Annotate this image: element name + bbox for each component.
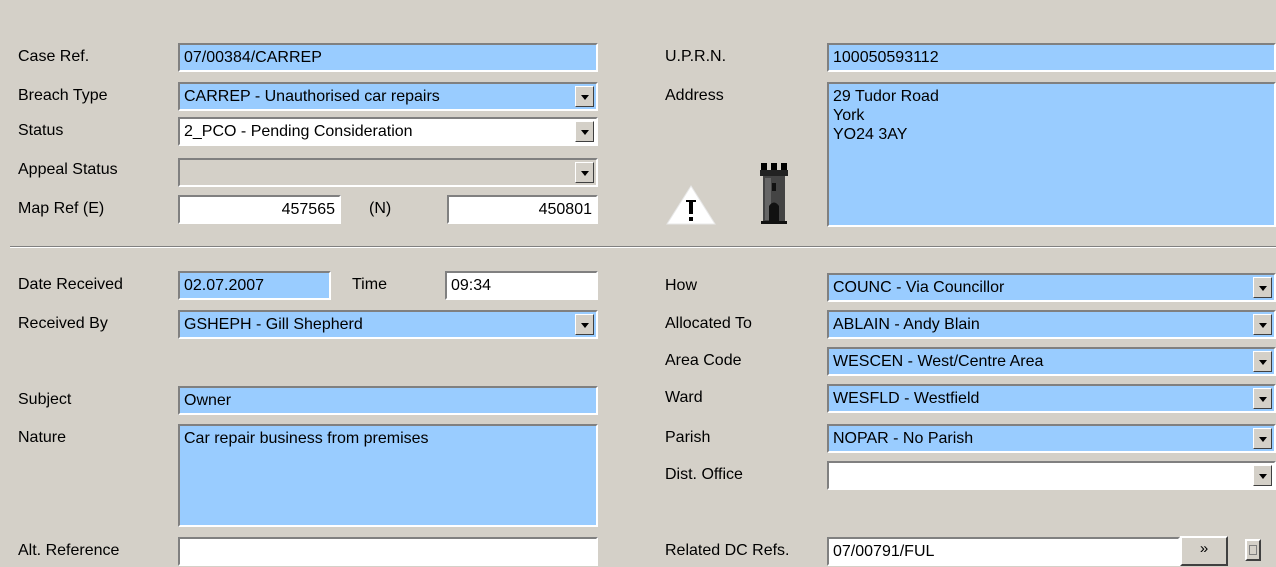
received-by-label: Received By bbox=[18, 315, 108, 332]
ward-value: WESFLD - Westfield bbox=[833, 390, 980, 407]
address-field[interactable]: 29 Tudor Road York YO24 3AY bbox=[827, 82, 1276, 227]
time-label: Time bbox=[352, 276, 387, 293]
map-ref-n-field[interactable]: 450801 bbox=[447, 195, 598, 224]
area-code-select[interactable]: WESCEN - West/Centre Area bbox=[827, 347, 1276, 376]
allocated-to-label: Allocated To bbox=[665, 315, 752, 332]
parish-value: NOPAR - No Parish bbox=[833, 430, 974, 447]
how-value: COUNC - Via Councillor bbox=[833, 279, 1005, 296]
received-by-select[interactable]: GSHEPH - Gill Shepherd bbox=[178, 310, 598, 339]
address-label: Address bbox=[665, 87, 724, 104]
alt-reference-label: Alt. Reference bbox=[18, 542, 120, 559]
parish-label: Parish bbox=[665, 429, 711, 446]
status-select[interactable]: 2_PCO - Pending Consideration bbox=[178, 117, 598, 146]
nature-field[interactable]: Car repair business from premises bbox=[178, 424, 598, 527]
status-value: 2_PCO - Pending Consideration bbox=[184, 123, 413, 140]
appeal-status-label: Appeal Status bbox=[18, 161, 118, 178]
map-ref-n-label: (N) bbox=[369, 200, 392, 217]
case-ref-field[interactable]: 07/00384/CARREP bbox=[178, 43, 598, 72]
uprn-label: U.P.R.N. bbox=[665, 48, 727, 65]
ward-select[interactable]: WESFLD - Westfield bbox=[827, 384, 1276, 413]
alt-reference-field[interactable] bbox=[178, 537, 598, 566]
chevron-down-icon[interactable] bbox=[1253, 277, 1272, 298]
chevron-down-icon[interactable] bbox=[1253, 428, 1272, 449]
subject-field[interactable]: Owner bbox=[178, 386, 598, 415]
related-dc-refs-button[interactable]: » bbox=[1180, 536, 1228, 566]
received-by-value: GSHEPH - Gill Shepherd bbox=[184, 316, 363, 333]
chevron-down-icon[interactable] bbox=[1253, 351, 1272, 372]
related-dc-refs-field[interactable]: 07/00791/FUL bbox=[827, 537, 1180, 566]
map-ref-e-field[interactable]: 457565 bbox=[178, 195, 341, 224]
breach-type-select[interactable]: CARREP - Unauthorised car repairs bbox=[178, 82, 598, 111]
castle-tower-icon[interactable] bbox=[759, 161, 789, 225]
allocated-to-value: ABLAIN - Andy Blain bbox=[833, 316, 980, 333]
chevron-down-icon[interactable] bbox=[575, 121, 594, 142]
chevron-down-icon[interactable] bbox=[575, 162, 594, 183]
related-dc-refs-label: Related DC Refs. bbox=[665, 542, 790, 559]
status-label: Status bbox=[18, 122, 64, 139]
time-field[interactable]: 09:34 bbox=[445, 271, 598, 300]
scroll-handle[interactable] bbox=[1245, 539, 1261, 561]
chevron-down-icon[interactable] bbox=[1253, 314, 1272, 335]
date-received-field[interactable]: 02.07.2007 bbox=[178, 271, 331, 300]
how-label: How bbox=[665, 277, 698, 294]
uprn-field[interactable]: 100050593112 bbox=[827, 43, 1276, 72]
parish-select[interactable]: NOPAR - No Parish bbox=[827, 424, 1276, 453]
chevron-down-icon[interactable] bbox=[575, 86, 594, 107]
chevron-down-icon[interactable] bbox=[1253, 465, 1272, 486]
case-ref-label: Case Ref. bbox=[18, 48, 90, 65]
nature-label: Nature bbox=[18, 429, 67, 446]
appeal-status-select[interactable] bbox=[178, 158, 598, 187]
chevron-down-icon[interactable] bbox=[575, 314, 594, 335]
allocated-to-select[interactable]: ABLAIN - Andy Blain bbox=[827, 310, 1276, 339]
warning-icon[interactable] bbox=[665, 182, 717, 226]
date-received-label: Date Received bbox=[18, 276, 123, 293]
map-ref-e-label: Map Ref (E) bbox=[18, 200, 105, 217]
ward-label: Ward bbox=[665, 389, 703, 406]
subject-label: Subject bbox=[18, 391, 72, 408]
dist-office-label: Dist. Office bbox=[665, 466, 743, 483]
breach-type-label: Breach Type bbox=[18, 87, 108, 104]
dist-office-select[interactable] bbox=[827, 461, 1276, 490]
area-code-label: Area Code bbox=[665, 352, 742, 369]
section-divider bbox=[10, 246, 1276, 248]
how-select[interactable]: COUNC - Via Councillor bbox=[827, 273, 1276, 302]
scroll-grip-icon bbox=[1249, 545, 1257, 555]
area-code-value: WESCEN - West/Centre Area bbox=[833, 353, 1044, 370]
breach-type-value: CARREP - Unauthorised car repairs bbox=[184, 88, 440, 105]
chevron-down-icon[interactable] bbox=[1253, 388, 1272, 409]
